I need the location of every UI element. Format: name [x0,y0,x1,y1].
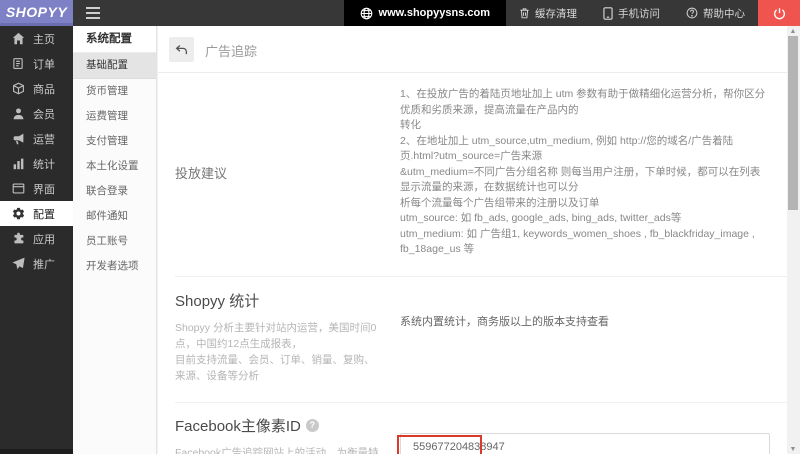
page-header: 广告追踪 [158,26,787,73]
help-center-button[interactable]: 帮助中心 [673,0,758,26]
order-document-icon [11,57,25,71]
facebook-pixel-desc: Facebook广告追踪网站上的活动，为衡量特定事件提供数据，目前支持 Page… [175,446,379,454]
scrollbar-up-arrow-icon[interactable]: ▲ [787,26,799,36]
topbar: SHOPYY www.shopyysns.com 缓存清理 手机访问 帮助中心 [0,0,800,26]
store-domain-label: www.shopyysns.com [378,7,490,19]
sidebar-item-orders[interactable]: 订单 [0,51,73,76]
sub-item-payment[interactable]: 支付管理 [73,129,156,154]
settings-sidebar: 系统配置 基础配置 货币管理 运费管理 支付管理 本土化设置 联合登录 邮件通知… [73,26,157,454]
member-person-icon [11,107,25,121]
sub-item-staff-account[interactable]: 员工账号 [73,229,156,254]
sub-item-shipping[interactable]: 运费管理 [73,104,156,129]
facebook-pixel-id-input[interactable] [400,432,770,454]
logout-button[interactable] [758,0,800,26]
puzzle-icon [11,232,25,246]
window-icon [11,182,25,196]
mobile-access-label: 手机访问 [618,7,660,20]
vertical-scrollbar[interactable]: ▲ ▼ [787,26,799,454]
sub-item-social-login[interactable]: 联合登录 [73,179,156,204]
scrollbar-down-arrow-icon[interactable]: ▼ [787,444,799,454]
page-title: 广告追踪 [205,44,258,59]
shopyy-analytics-desc: Shopyy 分析主要针对站内运营，美国时间0点，中国约12点生成报表， 目前支… [175,321,377,382]
paper-plane-icon [11,257,25,271]
section-ad-suggestion: 投放建议 1、在投放广告的着陆页地址加上 utm 参数有助于做精细化运营分析，帮… [175,73,787,277]
help-tooltip-icon[interactable]: ? [305,418,319,432]
shopyy-analytics-title: Shopyy 统计 [175,292,260,310]
clear-cache-button[interactable]: 缓存清理 [506,0,590,26]
section-facebook-pixel: Facebook主像素ID ? Facebook广告追踪网站上的活动，为衡量特定… [175,403,787,454]
scrollbar-thumb[interactable] [788,36,798,210]
section-shopyy-analytics: Shopyy 统计 Shopyy 分析主要针对站内运营，美国时间0点，中国约12… [175,277,787,403]
undo-arrow-icon [175,44,188,56]
help-center-label: 帮助中心 [703,7,745,20]
sub-item-developer-options[interactable]: 开发者选项 [73,254,156,279]
sub-item-localization[interactable]: 本土化设置 [73,154,156,179]
sidebar-item-statistics[interactable]: 统计 [0,151,73,176]
globe-icon [360,7,373,20]
sidebar-item-settings[interactable]: 配置 [0,201,73,226]
facebook-pixel-title: Facebook主像素ID [175,417,301,435]
sidebar-item-products[interactable]: 商品 [0,76,73,101]
sub-item-email-notice[interactable]: 邮件通知 [73,204,156,229]
clear-cache-label: 缓存清理 [535,7,577,20]
bar-chart-icon [11,157,25,171]
sidebar-item-apps[interactable]: 应用 [0,226,73,251]
sidebar-item-interface[interactable]: 界面 [0,176,73,201]
suggestion-text: 1、在投放广告的着陆页地址加上 utm 参数有助于做精细化运营分析，帮你区分优质… [400,88,766,255]
question-circle-icon [686,7,698,19]
back-button[interactable] [169,37,194,62]
product-box-icon [11,82,25,96]
shopyy-analytics-note: 系统内置统计，商务版以上的版本支持查看 [400,315,609,328]
main-sidebar: 主页 订单 商品 会员 运营 统计 界面 配置 应用 推广 [0,26,73,454]
main-content: 广告追踪 投放建议 1、在投放广告的着陆页地址加上 utm 参数有助于做精细化运… [158,26,787,454]
sidebar-item-promotion[interactable]: 推广 [0,251,73,276]
sub-item-basic-config[interactable]: 基础配置 [73,53,156,79]
mobile-access-button[interactable]: 手机访问 [590,0,673,26]
power-icon [773,7,786,20]
hamburger-menu-icon[interactable] [73,0,113,26]
trash-icon [519,7,530,19]
app-logo[interactable]: SHOPYY [0,0,73,26]
sub-item-currency[interactable]: 货币管理 [73,79,156,104]
sidebar-item-members[interactable]: 会员 [0,101,73,126]
sidebar-item-home[interactable]: 主页 [0,26,73,51]
store-domain[interactable]: www.shopyysns.com [343,0,506,26]
home-icon [11,32,25,46]
settings-sidebar-title: 系统配置 [73,26,156,53]
suggestion-label: 投放建议 [175,165,228,181]
phone-icon [603,6,613,20]
sidebar-footer-strip [0,449,73,454]
megaphone-icon [11,132,25,146]
gear-icon [11,207,25,221]
sidebar-item-operations[interactable]: 运营 [0,126,73,151]
